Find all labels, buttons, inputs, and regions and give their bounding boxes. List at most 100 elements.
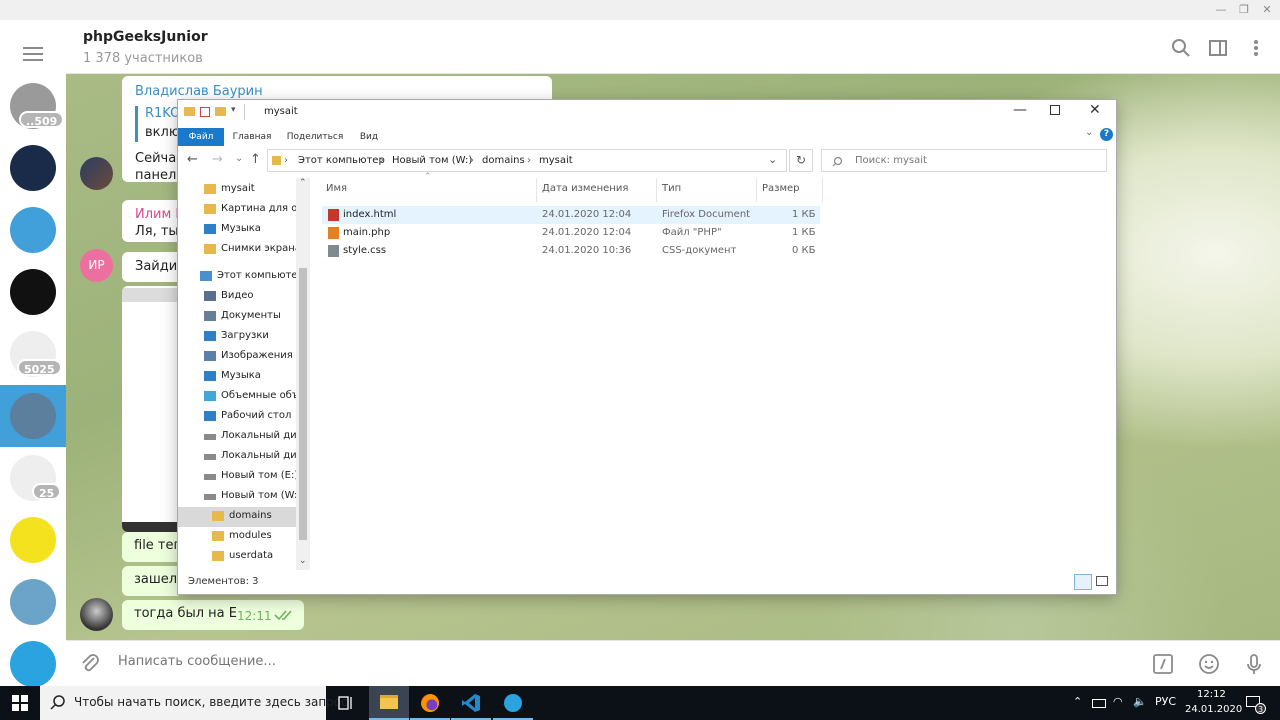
image-message[interactable]: [122, 286, 182, 532]
nav-item[interactable]: Музыка: [178, 220, 296, 240]
outgoing-message[interactable]: зашел: [122, 566, 182, 596]
menu-icon[interactable]: [23, 47, 43, 61]
clock-date[interactable]: 24.01.2020: [1185, 704, 1242, 715]
nav-item[interactable]: Рабочий стол: [178, 407, 296, 427]
search-icon[interactable]: [1170, 37, 1192, 59]
task-view-button[interactable]: [326, 686, 366, 720]
nav-item[interactable]: userdata: [178, 547, 296, 567]
file-row[interactable]: index.html 24.01.2020 12:04 Firefox Docume…: [322, 206, 820, 224]
taskbar-telegram[interactable]: [493, 686, 533, 720]
nav-item[interactable]: Изображения: [178, 347, 296, 367]
properties-icon[interactable]: [200, 107, 210, 117]
language-indicator[interactable]: РУС: [1155, 695, 1176, 708]
close-window-button[interactable]: ✕: [1256, 2, 1278, 18]
column-size[interactable]: Размер: [762, 183, 800, 194]
large-icons-view-icon[interactable]: [1096, 576, 1108, 586]
windows-start-icon[interactable]: [12, 695, 28, 711]
details-view-icon[interactable]: [1074, 574, 1092, 590]
taskbar-search[interactable]: Чтобы начать поиск, введите здесь запрос: [40, 686, 348, 720]
help-icon[interactable]: ?: [1100, 128, 1113, 141]
explorer-minimize-button[interactable]: —: [1013, 102, 1027, 118]
restore-button[interactable]: ❐: [1233, 2, 1255, 18]
explorer-close-button[interactable]: ✕: [1089, 102, 1101, 118]
avatar[interactable]: [80, 598, 113, 631]
back-arrow-icon[interactable]: ←: [187, 152, 198, 167]
chat-avatar[interactable]: [10, 641, 56, 687]
search-box[interactable]: Поиск: mysait: [821, 149, 1107, 172]
column-date[interactable]: Дата изменения: [542, 183, 628, 194]
address-dropdown-icon[interactable]: ⌄: [768, 153, 777, 166]
nav-item[interactable]: Этот компьютер: [178, 267, 296, 287]
nav-item[interactable]: Снимки экрана: [178, 240, 296, 260]
nav-item[interactable]: domains: [178, 507, 296, 527]
breadcrumb-item[interactable]: domains: [482, 155, 525, 166]
emoji-icon[interactable]: [1197, 652, 1221, 676]
chat-avatar[interactable]: [10, 207, 56, 253]
sidebar-toggle-icon[interactable]: [1207, 37, 1229, 59]
nav-item[interactable]: Новый том (E:): [178, 467, 296, 487]
new-folder-icon[interactable]: [215, 107, 226, 116]
taskbar-file-explorer[interactable]: [369, 686, 409, 720]
minimize-button[interactable]: —: [1210, 2, 1232, 18]
tab-view[interactable]: Вид: [354, 128, 384, 146]
battery-icon[interactable]: [1092, 699, 1106, 708]
breadcrumb-item[interactable]: mysait: [539, 155, 573, 166]
tab-home[interactable]: Главная: [230, 128, 274, 146]
address-bar[interactable]: › Этот компьютер › Новый том (W:) › doma…: [267, 149, 787, 172]
attach-icon[interactable]: [78, 652, 102, 676]
chat-avatar[interactable]: [10, 517, 56, 563]
nav-item[interactable]: Видео: [178, 287, 296, 307]
ribbon-expand-icon[interactable]: ⌄: [1085, 127, 1093, 138]
nav-item[interactable]: Картина для об: [178, 200, 296, 220]
recent-locations-icon[interactable]: ⌄: [235, 153, 243, 164]
nav-item[interactable]: Документы: [178, 307, 296, 327]
taskbar-vscode[interactable]: [451, 686, 491, 720]
outgoing-message[interactable]: file тег: [122, 532, 182, 562]
chat-avatar[interactable]: [10, 145, 56, 191]
message-bubble[interactable]: Илим I Ля, ты: [122, 200, 182, 242]
column-type[interactable]: Тип: [662, 183, 681, 194]
tab-file[interactable]: Файл: [178, 128, 224, 146]
chat-avatar[interactable]: [10, 393, 56, 439]
more-vertical-icon[interactable]: [1245, 37, 1267, 59]
microphone-icon[interactable]: [1242, 652, 1266, 676]
file-row[interactable]: style.css 24.01.2020 10:36 CSS-документ 0 К…: [322, 242, 820, 260]
nav-item[interactable]: Новый том (W:): [178, 487, 296, 507]
notifications-button[interactable]: 3: [1240, 686, 1274, 720]
up-arrow-icon[interactable]: ↑: [250, 152, 261, 167]
outgoing-message[interactable]: тогда был на E 12:11: [122, 600, 304, 630]
chat-title[interactable]: phpGeeksJunior: [83, 29, 208, 45]
quick-access-dropdown-icon[interactable]: ▾: [231, 105, 236, 115]
forward-arrow-icon[interactable]: →: [212, 152, 223, 167]
breadcrumb-item[interactable]: Этот компьютер: [298, 155, 385, 166]
wifi-icon[interactable]: ◠: [1113, 695, 1123, 708]
chat-avatar[interactable]: [10, 269, 56, 315]
file-row[interactable]: main.php 24.01.2020 12:04 Файл "PHP" 1 КБ: [322, 224, 820, 242]
column-name[interactable]: Имя: [326, 183, 347, 194]
nav-item[interactable]: Локальный дис: [178, 427, 296, 447]
message-bubble[interactable]: Зайди: [122, 252, 182, 282]
breadcrumb-item[interactable]: Новый том (W:): [392, 155, 472, 166]
scroll-up-icon[interactable]: ⌃: [299, 178, 307, 188]
nav-item[interactable]: Объемные объ: [178, 387, 296, 407]
chat-avatar[interactable]: [10, 579, 56, 625]
avatar[interactable]: [80, 157, 113, 190]
refresh-button[interactable]: ↻: [789, 149, 813, 172]
nav-item[interactable]: mysait: [178, 180, 296, 200]
volume-icon[interactable]: 🔈: [1133, 695, 1147, 708]
commands-icon[interactable]: [1151, 652, 1175, 676]
nav-item[interactable]: Локальный дис: [178, 447, 296, 467]
scroll-down-icon[interactable]: ⌄: [299, 556, 307, 566]
taskbar-firefox[interactable]: [410, 686, 450, 720]
scroll-thumb[interactable]: [299, 268, 307, 540]
tray-expand-icon[interactable]: ⌃: [1073, 695, 1082, 708]
explorer-maximize-button[interactable]: [1050, 105, 1060, 115]
nav-scrollbar[interactable]: ⌃ ⌄: [296, 178, 310, 570]
tab-share[interactable]: Поделиться: [284, 128, 346, 146]
nav-item[interactable]: Загрузки: [178, 327, 296, 347]
clock-time[interactable]: 12:12: [1197, 689, 1226, 700]
nav-item[interactable]: modules: [178, 527, 296, 547]
nav-item[interactable]: Музыка: [178, 367, 296, 387]
avatar[interactable]: ИР: [80, 249, 113, 282]
message-input[interactable]: [118, 654, 818, 669]
